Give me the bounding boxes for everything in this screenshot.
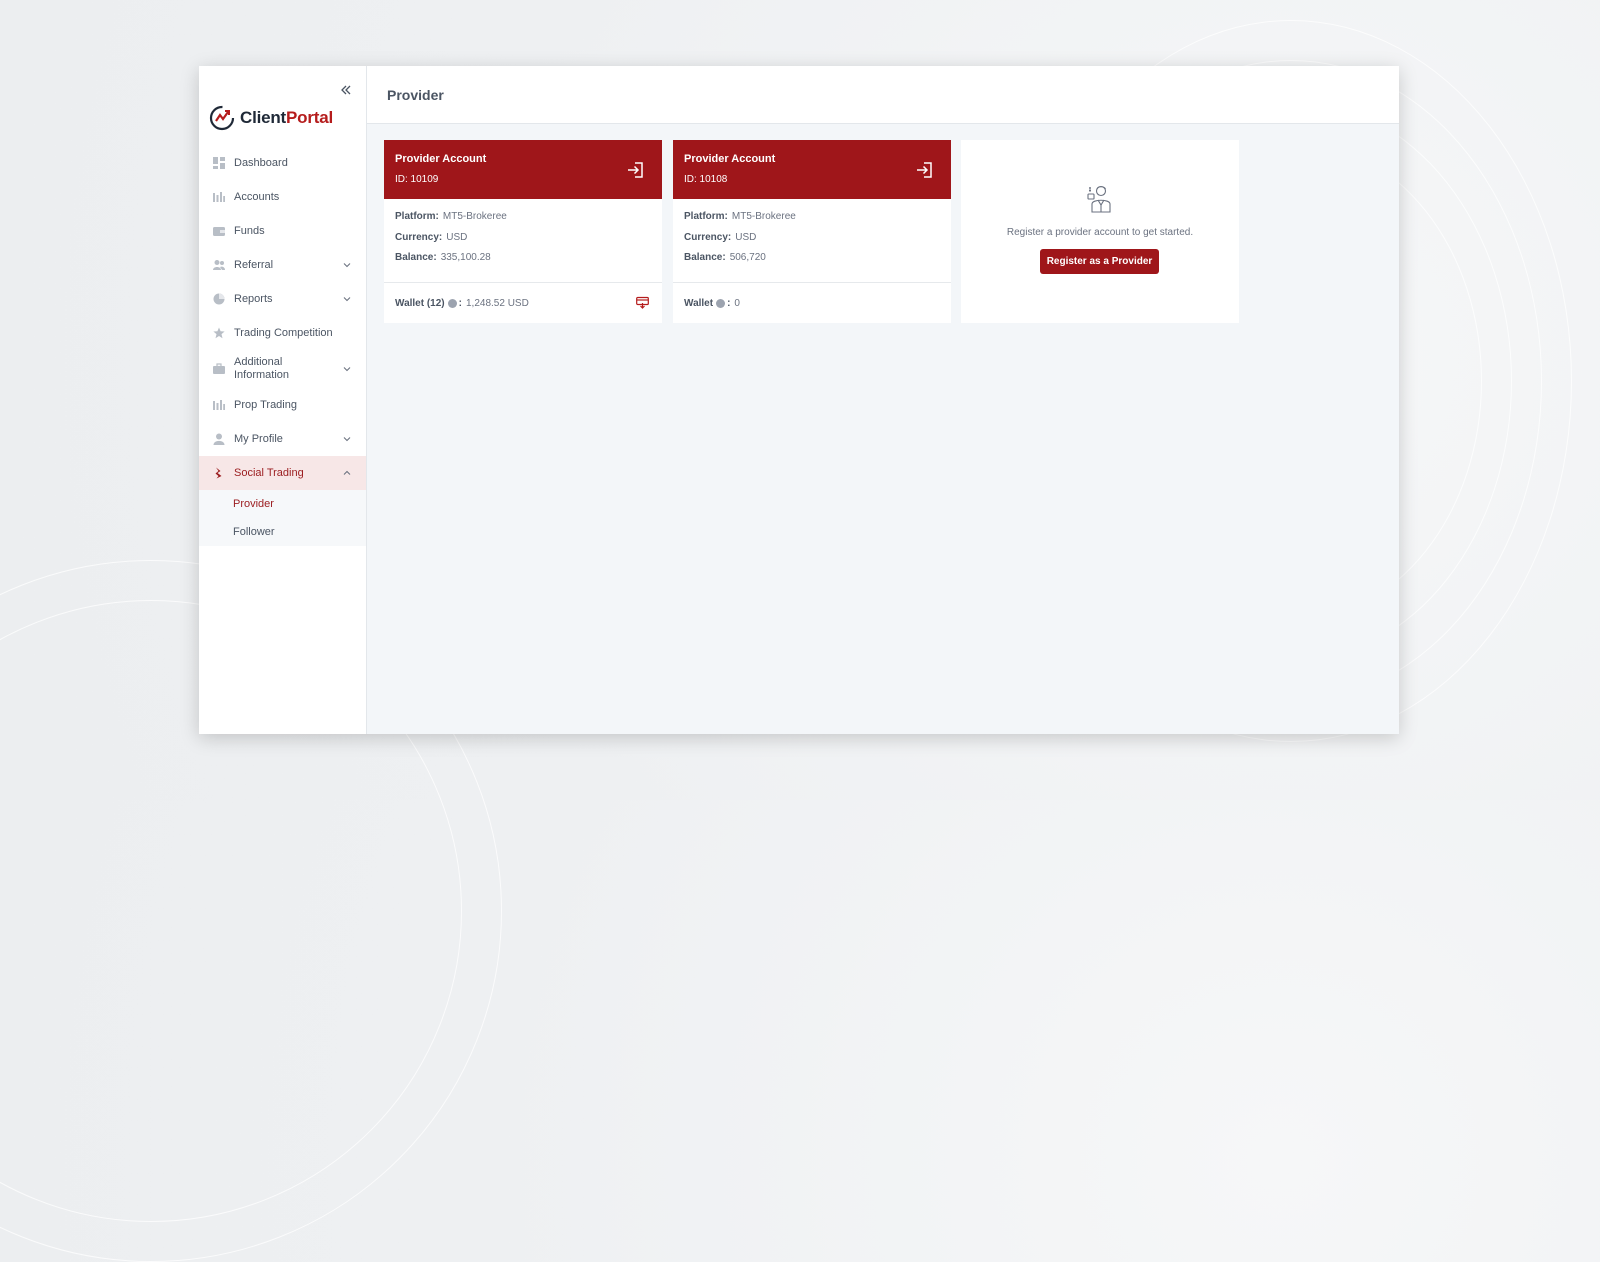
balance-row: Balance: 506,720 (684, 252, 766, 263)
main-content: Provider Provider Account ID: 10109 Plat… (367, 66, 1399, 734)
sidebar-item-social-trading[interactable]: Social Trading (199, 456, 366, 490)
card-title: Provider Account (395, 153, 487, 165)
card-body: Platform: MT5-Brokeree Currency: USD Balan… (384, 199, 662, 283)
sidebar-item-prop-trading[interactable]: Prop Trading (199, 388, 366, 422)
wallet-value: 0 (734, 298, 740, 309)
platform-row: Platform: MT5-Brokeree (395, 211, 507, 222)
balance-value: 506,720 (729, 252, 766, 263)
card-header: Provider Account ID: 10108 (673, 140, 951, 199)
sidebar-subitem-follower[interactable]: Follower (199, 518, 366, 546)
sidebar-item-my-profile[interactable]: My Profile (199, 422, 366, 456)
chevron-down-icon (343, 297, 351, 302)
register-prompt-text: Register a provider account to get start… (1006, 227, 1194, 238)
sidebar-item-funds[interactable]: Funds (199, 214, 366, 248)
provider-person-icon (1087, 185, 1111, 213)
users-icon (213, 259, 225, 271)
accounts-icon (213, 191, 225, 203)
double-chevron-left-icon (341, 85, 351, 95)
login-icon[interactable] (915, 160, 935, 180)
sidebar-subitem-provider[interactable]: Provider (199, 490, 366, 518)
sidebar-item-dashboard[interactable]: Dashboard (199, 146, 366, 180)
sidebar-item-trading-competition[interactable]: Trading Competition (199, 316, 366, 350)
balance-value: 335,100.28 (440, 252, 491, 263)
platform-row: Platform: MT5-Brokeree (684, 211, 796, 222)
register-as-provider-button[interactable]: Register as a Provider (1040, 249, 1159, 274)
user-icon (213, 433, 225, 445)
card-title: Provider Account (684, 153, 776, 165)
account-id: ID: 10109 (395, 174, 439, 185)
currency-value: USD (735, 231, 757, 243)
logo[interactable]: ClientPortal (209, 105, 333, 131)
briefcase-icon (213, 363, 225, 375)
logo-mark-icon (209, 105, 235, 131)
wallet-value: 1,248.52 USD (465, 298, 529, 309)
wallet-label: Wallet (12) (395, 298, 445, 309)
login-icon[interactable] (626, 160, 646, 180)
card-footer: Wallet (12) : 1,248.52 USD (384, 283, 662, 323)
sidebar-item-reports[interactable]: Reports (199, 282, 366, 316)
dashboard-icon (213, 157, 225, 169)
collapse-sidebar-button[interactable] (338, 82, 354, 98)
card-body: Platform: MT5-Brokeree Currency: USD Balan… (673, 199, 951, 283)
sidebar-item-referral[interactable]: Referral (199, 248, 366, 282)
chevron-up-icon (343, 470, 351, 475)
coin-icon (716, 299, 726, 308)
currency-value: USD (446, 231, 468, 243)
wallet-icon (213, 225, 225, 237)
platform-value: MT5-Brokeree (731, 211, 796, 222)
chevron-down-icon (343, 437, 351, 442)
register-provider-card: Register a provider account to get start… (961, 140, 1239, 323)
sidebar: ClientPortal Dashboard Accounts Funds Re… (199, 66, 367, 734)
sidebar-item-additional-information[interactable]: Additional Information (199, 350, 366, 388)
provider-account-card: Provider Account ID: 10109 Platform: MT5-… (384, 140, 662, 323)
card-footer: Wallet : 0 (673, 283, 951, 323)
account-id: ID: 10108 (684, 174, 728, 185)
sidebar-nav: Dashboard Accounts Funds Referral Report… (199, 146, 366, 546)
logo-text: ClientPortal (240, 108, 334, 127)
wallet-transfer-icon[interactable] (636, 296, 649, 309)
chevron-down-icon (343, 263, 351, 268)
page-title: Provider (387, 86, 444, 103)
balance-row: Balance: 335,100.28 (395, 252, 491, 263)
currency-row: Currency: USD (684, 231, 757, 243)
provider-account-card: Provider Account ID: 10108 Platform: MT5-… (673, 140, 951, 323)
app-window: ClientPortal Dashboard Accounts Funds Re… (199, 66, 1399, 734)
platform-value: MT5-Brokeree (442, 211, 507, 222)
wallet-label: Wallet (684, 298, 714, 309)
currency-row: Currency: USD (395, 231, 468, 243)
star-icon (213, 327, 225, 339)
prop-trading-icon (213, 399, 225, 411)
pie-chart-icon (213, 293, 225, 305)
page-header: Provider (367, 66, 1399, 124)
social-trading-icon (213, 467, 225, 479)
wallet-info: Wallet : 0 (684, 298, 740, 309)
chevron-down-icon (343, 367, 351, 372)
social-trading-submenu: Provider Follower (199, 490, 366, 546)
sidebar-item-accounts[interactable]: Accounts (199, 180, 366, 214)
wallet-info: Wallet (12) : 1,248.52 USD (395, 298, 529, 309)
coin-icon (447, 299, 457, 308)
card-header: Provider Account ID: 10109 (384, 140, 662, 199)
